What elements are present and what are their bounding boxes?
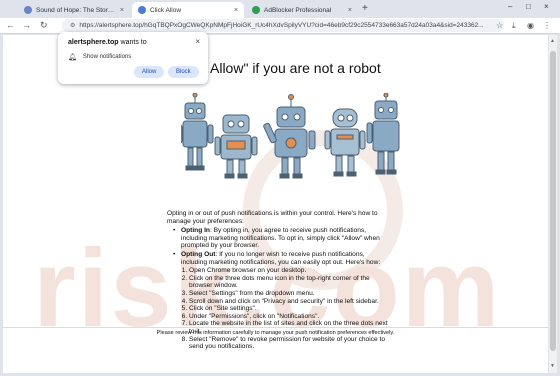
options-list: Opting In: By opting in, you agree to re… [173,227,392,266]
tab-sound-of-hope[interactable]: Sound of Hope: The Story of H × [18,2,130,18]
robots-illustration [181,93,400,179]
back-button[interactable]: ← [6,20,15,31]
allow-button[interactable]: Allow [134,66,165,78]
list-item: Select "Remove" to revoke permission for… [189,336,392,351]
minimize-button[interactable]: – [508,2,512,11]
notification-permission-popup: alertsphere.top wants to × 🔔︎ Show notif… [58,32,208,84]
list-item: Select "Settings" from the dropdown menu… [189,290,392,298]
tab-close-icon[interactable]: × [348,7,352,14]
tab-close-icon[interactable]: × [120,7,124,14]
robot-icon [263,94,316,179]
tab-click-allow[interactable]: Click Allow × [132,2,244,18]
page-scrollbar[interactable]: ▲ ▼ [549,35,557,373]
scroll-thumb[interactable] [550,51,556,351]
tab-close-icon[interactable]: × [234,7,238,14]
popup-permission-row: 🔔︎ Show notifications [68,53,131,61]
forward-button[interactable]: → [22,20,31,31]
popup-close-button[interactable]: × [195,37,200,46]
list-item: Opting Out: If you no longer wish to rec… [173,251,392,266]
reload-button[interactable]: ↻ [40,20,48,31]
site-info-icon[interactable]: ⚙ [70,22,75,29]
address-bar[interactable]: ⚙ https://alertsphere.top/hGqTBQPxOgCWeQ… [62,19,504,32]
download-icon[interactable]: ⤓ [512,21,516,31]
tab-title: Click Allow [150,6,182,14]
bookmark-star-icon[interactable]: ☆ [496,21,503,30]
tab-adblocker[interactable]: AdBlocker Professional × [246,2,358,18]
list-item: Click on the three dots menu icon in the… [189,275,392,290]
popup-wants-to: wants to [120,39,147,46]
tab-favicon-icon [138,6,146,14]
menu-icon[interactable]: ⋮ [543,21,551,30]
list-item: Under "Permissions", click on "Notificat… [189,313,392,321]
robot-icon [324,108,366,177]
option-label: Opting Out [181,250,216,258]
close-window-button[interactable]: × [544,2,549,11]
list-item: Click on "Site settings". [189,305,392,313]
new-tab-button[interactable]: + [362,3,368,14]
permission-label: Show notifications [82,54,132,60]
list-item: Scroll down and click on "Privacy and se… [189,298,392,306]
tab-favicon-icon [252,6,260,14]
tab-favicon-icon [24,6,32,14]
block-button[interactable]: Block [168,66,199,78]
profile-icon[interactable]: ◉ [527,21,534,30]
list-item: Opting In: By opting in, you agree to re… [173,227,392,250]
option-label: Opting In [181,227,210,235]
scroll-up-icon[interactable]: ▲ [550,38,555,44]
maximize-button[interactable]: □ [526,2,531,11]
steps-list: Open Chrome browser on your desktop. Cli… [189,267,392,351]
bell-icon: 🔔︎ [68,54,77,61]
url-text: https://alertsphere.top/hGqTBQPxOgCWeQKp… [79,22,484,29]
popup-origin: alertsphere.top [68,39,119,46]
tab-title: Sound of Hope: The Story of H [36,6,116,14]
robot-icon [214,114,258,179]
footer-text: Please review this information carefully… [156,330,395,336]
tab-strip: Sound of Hope: The Story of H × Click Al… [0,0,560,18]
popup-title: alertsphere.top wants to [68,39,147,46]
robot-icon [181,93,214,171]
tab-title: AdBlocker Professional [264,6,332,14]
footer-divider [3,327,548,328]
scroll-down-icon[interactable]: ▼ [550,363,555,369]
intro-text: Opting in or out of push notifications i… [167,210,378,225]
option-text: : By opting in, you agree to receive pus… [181,227,380,250]
page-headline: Allow" if you are not a robot [210,60,381,76]
list-item: Open Chrome browser on your desktop. [189,267,392,275]
robot-icon [366,93,400,175]
page-content: risk.com Allow" if you are not a robot O… [3,35,548,373]
